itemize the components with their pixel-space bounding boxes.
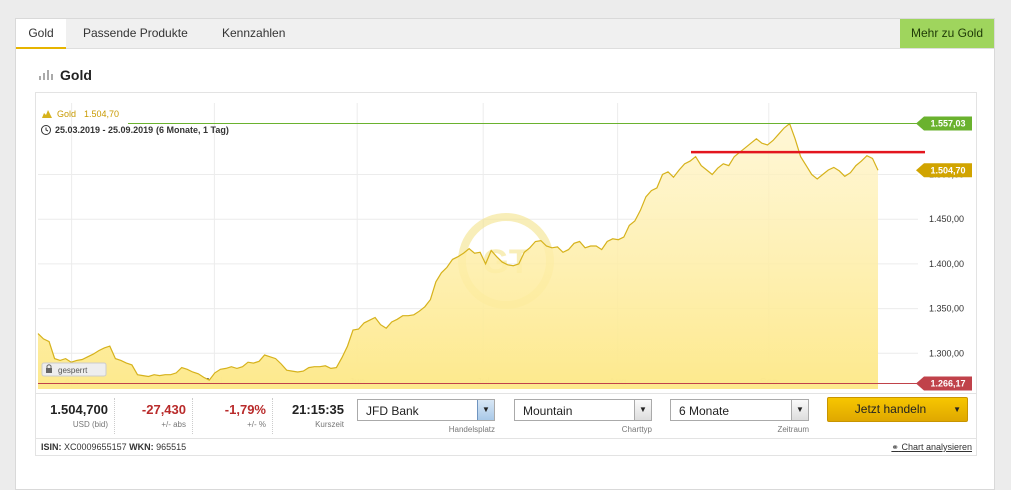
y-tick-label: 1.300,00 bbox=[929, 348, 964, 358]
clock-hand bbox=[45, 127, 49, 132]
price-chart[interactable]: 1.300,001.350,001.400,001.450,001.500,00… bbox=[35, 92, 977, 394]
stat-abs-change: -27,430 +/- abs bbox=[126, 402, 186, 429]
zeitraum-label: Zeitraum bbox=[777, 425, 809, 434]
charttyp-value: Mountain bbox=[523, 404, 573, 418]
divider bbox=[192, 398, 193, 434]
footer-bar: ISIN: XC0009655157 WKN: 965515 ⚭ Chart a… bbox=[35, 438, 977, 456]
link-icon: ⚭ bbox=[891, 442, 899, 452]
stat-pct-change: -1,79% +/- % bbox=[206, 402, 266, 429]
chevron-down-icon[interactable]: ▼ bbox=[791, 400, 808, 420]
zeitraum-value: 6 Monate bbox=[679, 404, 730, 418]
chevron-down-icon[interactable]: ▼ bbox=[634, 400, 651, 420]
low-marker-label: 1.266,17 bbox=[930, 378, 965, 388]
caret-down-icon[interactable]: ▼ bbox=[953, 398, 961, 421]
stat-time: 21:15:35 Kurszeit bbox=[284, 402, 344, 429]
gold-panel: Gold Passende Produkte Kennzahlen Mehr z… bbox=[15, 18, 995, 490]
divider bbox=[272, 398, 273, 434]
tab-kennzahlen[interactable]: Kennzahlen bbox=[222, 19, 285, 48]
high-marker-label: 1.557,03 bbox=[930, 119, 965, 129]
divider bbox=[114, 398, 115, 434]
bar-chart-icon bbox=[39, 70, 53, 80]
legend-series-name: Gold bbox=[57, 109, 76, 119]
page-title: Gold bbox=[60, 67, 92, 83]
y-tick-label: 1.350,00 bbox=[929, 304, 964, 314]
chevron-down-icon[interactable]: ▼ bbox=[477, 400, 494, 420]
y-tick-label: 1.400,00 bbox=[929, 259, 964, 269]
trade-label: Jetzt handeln bbox=[854, 402, 927, 416]
stat-pct-label: +/- % bbox=[247, 420, 266, 429]
handelsplatz-label: Handelsplatz bbox=[448, 425, 495, 434]
chart-toolbar: 1.504,700 USD (bid) -27,430 +/- abs -1,7… bbox=[35, 394, 977, 439]
charttyp-select[interactable]: Mountain ▼ bbox=[514, 399, 652, 421]
lock-icon bbox=[46, 368, 52, 373]
handelsplatz-value: JFD Bank bbox=[366, 404, 419, 418]
analyse-label: Chart analysieren bbox=[901, 442, 972, 452]
handelsplatz-select[interactable]: JFD Bank ▼ bbox=[357, 399, 495, 421]
stat-time-value: 21:15:35 bbox=[291, 402, 344, 417]
stat-price: 1.504,700 USD (bid) bbox=[46, 402, 108, 429]
chart-svg[interactable]: 1.300,001.350,001.400,001.450,001.500,00… bbox=[36, 93, 976, 393]
stat-abs-value: -27,430 bbox=[141, 402, 186, 417]
y-tick-label: 1.450,00 bbox=[929, 214, 964, 224]
isin-value: XC0009655157 bbox=[64, 442, 127, 452]
wkn-label: WKN: bbox=[129, 442, 154, 452]
legend-gold-icon bbox=[42, 110, 52, 118]
legend-period: 25.03.2019 - 25.09.2019 bbox=[55, 125, 153, 135]
tab-passende-produkte[interactable]: Passende Produkte bbox=[83, 19, 188, 48]
stat-time-label: Kurszeit bbox=[315, 420, 344, 429]
current-marker-label: 1.504,70 bbox=[930, 165, 965, 175]
mehr-zu-gold-button[interactable]: Mehr zu Gold bbox=[899, 19, 994, 48]
wkn-value: 965515 bbox=[156, 442, 187, 452]
jetzt-handeln-button[interactable]: Jetzt handeln ▼ bbox=[827, 397, 968, 422]
stat-price-label: USD (bid) bbox=[72, 420, 108, 429]
charttyp-label: Charttyp bbox=[621, 425, 652, 434]
legend-period-info: (6 Monate, 1 Tag) bbox=[156, 125, 229, 135]
tab-bar: Gold Passende Produkte Kennzahlen Mehr z… bbox=[16, 19, 994, 49]
isin-label: ISIN: bbox=[41, 442, 62, 452]
chart-analysieren-link[interactable]: ⚭ Chart analysieren bbox=[891, 439, 972, 455]
isin-wkn: ISIN: XC0009655157 WKN: 965515 bbox=[41, 439, 186, 455]
stat-pct-value: -1,79% bbox=[224, 402, 266, 417]
stat-price-value: 1.504,700 bbox=[50, 402, 108, 417]
legend-series-value: 1.504,70 bbox=[84, 109, 119, 119]
tab-gold[interactable]: Gold bbox=[16, 19, 66, 49]
zeitraum-select[interactable]: 6 Monate ▼ bbox=[670, 399, 809, 421]
gesperrt-label: gesperrt bbox=[58, 366, 88, 375]
stat-abs-label: +/- abs bbox=[161, 420, 186, 429]
